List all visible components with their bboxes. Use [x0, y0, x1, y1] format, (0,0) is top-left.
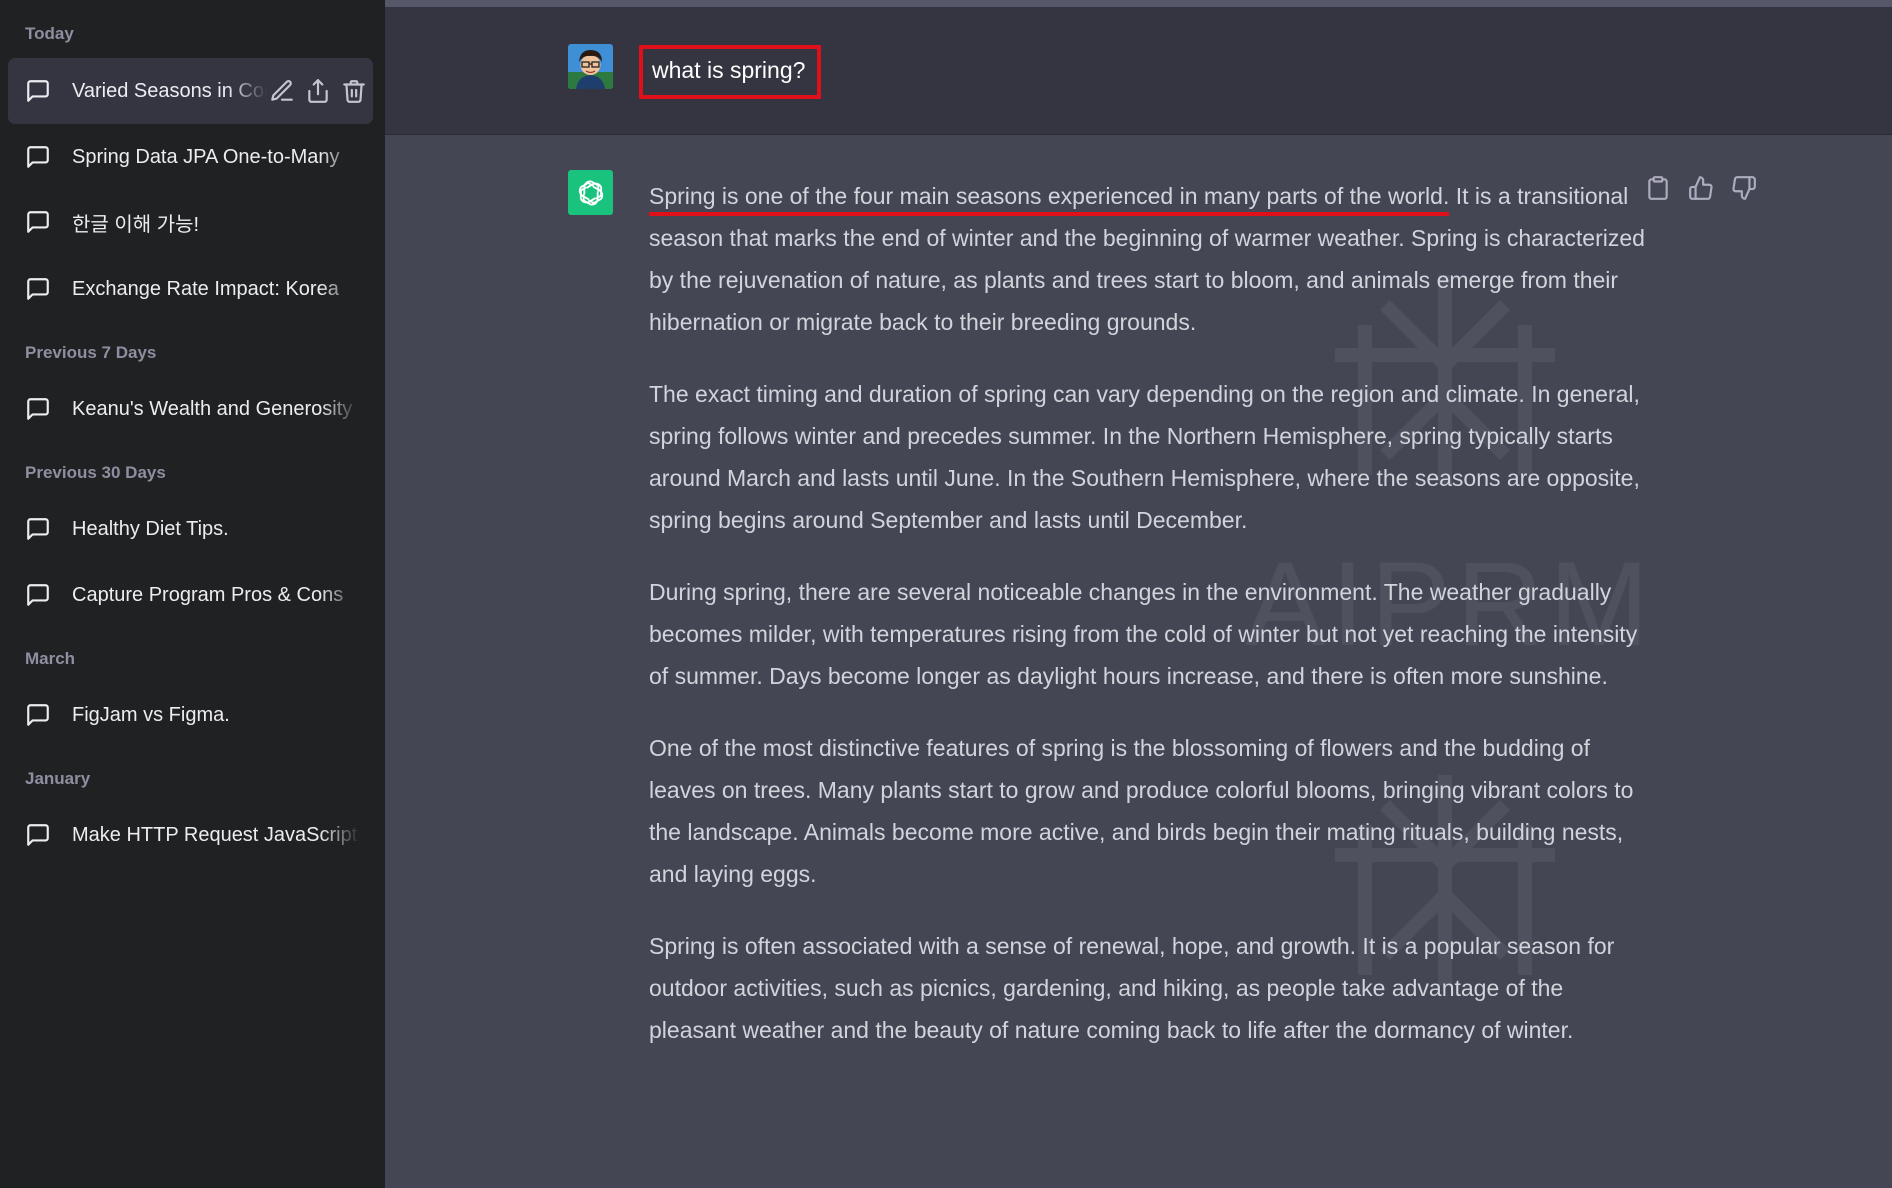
chat-bubble-icon	[25, 209, 51, 235]
chat-bubble-icon	[25, 702, 51, 728]
assistant-message-row: AIPRM Spring is one of the four main sea…	[385, 135, 1892, 1188]
conversation-item[interactable]: Keanu's Wealth and Generosity	[8, 376, 373, 442]
copy-icon[interactable]	[1645, 175, 1671, 201]
user-message-text: what is spring?	[639, 45, 822, 99]
openai-logo-icon	[578, 179, 603, 206]
top-divider	[385, 0, 1892, 7]
assistant-avatar	[568, 170, 613, 215]
answer-paragraph: Spring is often associated with a sense …	[649, 933, 1615, 1043]
conversation-label: Capture Program Pros & Cons	[72, 583, 360, 607]
conversation-item[interactable]: FigJam vs Figma.	[8, 682, 373, 748]
user-message-row: what is spring?	[385, 7, 1892, 135]
trash-icon[interactable]	[341, 78, 367, 104]
chat-bubble-icon	[25, 78, 51, 104]
answer-paragraph: The exact timing and duration of spring …	[649, 381, 1640, 533]
conversation-item[interactable]: Healthy Diet Tips.	[8, 496, 373, 562]
chat-bubble-icon	[25, 276, 51, 302]
conversation-label: Spring Data JPA One-to-Many	[72, 145, 360, 169]
chat-bubble-icon	[25, 396, 51, 422]
conversation-label: Keanu's Wealth and Generosity	[72, 397, 360, 421]
chat-bubble-icon	[25, 582, 51, 608]
conversation-item[interactable]: Spring Data JPA One-to-Many	[8, 124, 373, 190]
answer-paragraph: During spring, there are several noticea…	[649, 579, 1638, 689]
answer-paragraph: One of the most distinctive features of …	[649, 735, 1634, 887]
section-label-today: Today	[25, 24, 74, 43]
chat-bubble-icon	[25, 144, 51, 170]
assistant-message-text: Spring is one of the four main seasons e…	[649, 175, 1649, 1081]
chat-bubble-icon	[25, 822, 51, 848]
edit-icon[interactable]	[269, 78, 295, 104]
conversation-label: 한글 이해 가능!	[72, 207, 360, 237]
sidebar: Today Varied Seasons in Countries	[0, 0, 385, 1188]
conversation-actions	[269, 78, 367, 104]
conversation-label: Varied Seasons in Countries	[72, 79, 267, 103]
conversation-item[interactable]: 한글 이해 가능!	[8, 189, 373, 255]
conversation-label: Exchange Rate Impact: Korea	[72, 277, 360, 301]
highlighted-sentence: Spring is one of the four main seasons e…	[649, 183, 1450, 216]
answer-paragraph-1: Spring is one of the four main seasons e…	[649, 175, 1649, 343]
section-label-january: January	[25, 769, 91, 788]
thumbs-down-icon[interactable]	[1731, 175, 1757, 201]
conversation-item-active[interactable]: Varied Seasons in Countries	[8, 58, 373, 124]
message-actions	[1645, 175, 1757, 201]
chat-main: what is spring? AIPRM Spring is one of t…	[385, 0, 1892, 1188]
conversation-label: Healthy Diet Tips.	[72, 517, 360, 541]
conversation-label: Make HTTP Request JavaScript	[72, 823, 360, 847]
conversation-item[interactable]: Make HTTP Request JavaScript	[8, 802, 373, 868]
chat-app: Today Varied Seasons in Countries	[0, 0, 1892, 1188]
section-label-previous-7-days: Previous 7 Days	[25, 343, 157, 362]
share-icon[interactable]	[305, 78, 331, 104]
conversation-item[interactable]: Exchange Rate Impact: Korea	[8, 256, 373, 322]
thumbs-up-icon[interactable]	[1688, 175, 1714, 201]
chat-bubble-icon	[25, 516, 51, 542]
section-label-previous-30-days: Previous 30 Days	[25, 463, 166, 482]
section-label-march: March	[25, 649, 76, 668]
conversation-item[interactable]: Capture Program Pros & Cons	[8, 562, 373, 628]
user-avatar	[568, 44, 613, 89]
conversation-label: FigJam vs Figma.	[72, 703, 360, 727]
